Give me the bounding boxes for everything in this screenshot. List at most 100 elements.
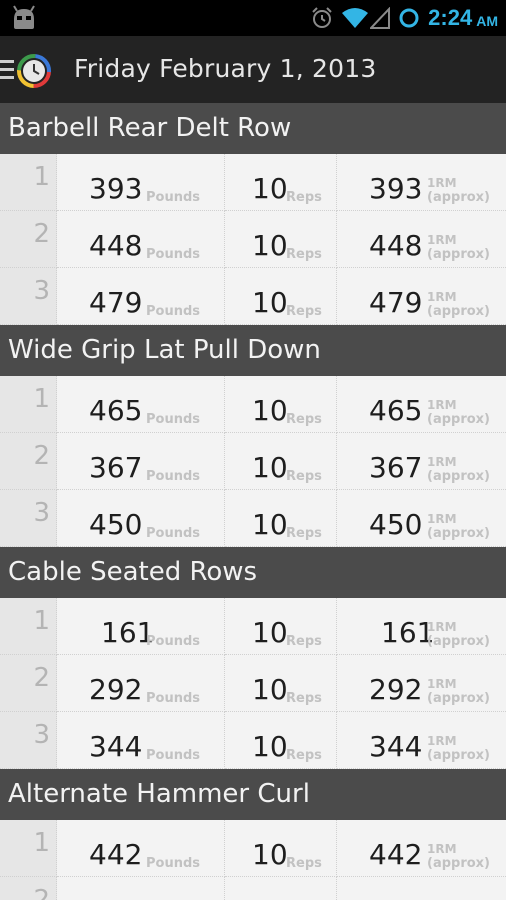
rm-approx: (approx) bbox=[427, 469, 490, 484]
reps-unit: Reps bbox=[286, 190, 322, 205]
weight-cell[interactable]: 393 Pounds bbox=[57, 154, 225, 211]
set-number: 3 bbox=[33, 276, 50, 306]
reps-value: 10 bbox=[252, 673, 288, 706]
rm-approx: (approx) bbox=[427, 856, 490, 871]
weight-cell[interactable]: 344 Pounds bbox=[57, 712, 225, 769]
set-row[interactable]: 3 479 Pounds 10 Reps 479 1RM (approx) bbox=[0, 268, 506, 325]
weight-cell[interactable]: 465 Pounds bbox=[57, 376, 225, 433]
rm-value: 450 bbox=[369, 508, 423, 541]
reps-cell[interactable] bbox=[225, 877, 337, 900]
set-row[interactable]: 1 465 Pounds 10 Reps 465 1RM (approx) bbox=[0, 376, 506, 433]
set-number: 2 bbox=[33, 219, 50, 249]
reps-cell[interactable]: 10 Reps bbox=[225, 655, 337, 712]
one-rep-max-cell: 442 1RM (approx) bbox=[337, 820, 506, 877]
one-rep-max-cell: 393 1RM (approx) bbox=[337, 154, 506, 211]
rm-label: 1RM bbox=[427, 512, 457, 526]
reps-cell[interactable]: 10 Reps bbox=[225, 433, 337, 490]
set-number: 3 bbox=[33, 720, 50, 750]
weight-value: 367 bbox=[89, 451, 143, 484]
one-rep-max-cell: 450 1RM (approx) bbox=[337, 490, 506, 547]
weight-cell[interactable]: 448 Pounds bbox=[57, 211, 225, 268]
weight-unit: Pounds bbox=[146, 247, 201, 262]
rm-value: 448 bbox=[369, 229, 423, 262]
rm-label: 1RM bbox=[427, 842, 457, 856]
reps-value: 10 bbox=[252, 838, 288, 871]
reps-unit: Reps bbox=[286, 691, 322, 706]
reps-cell[interactable]: 10 Reps bbox=[225, 820, 337, 877]
exercise-header[interactable]: Wide Grip Lat Pull Down bbox=[0, 325, 506, 376]
exercise-header[interactable]: Cable Seated Rows bbox=[0, 547, 506, 598]
set-row[interactable]: 2 448 Pounds 10 Reps 448 1RM (approx) bbox=[0, 211, 506, 268]
reps-value: 10 bbox=[252, 508, 288, 541]
reps-cell[interactable]: 10 Reps bbox=[225, 376, 337, 433]
app-logo-icon[interactable] bbox=[16, 53, 52, 89]
weight-cell[interactable]: 161 Pounds bbox=[57, 598, 225, 655]
android-icon bbox=[13, 5, 35, 29]
rm-label: 1RM bbox=[427, 455, 457, 469]
rm-label: 1RM bbox=[427, 233, 457, 247]
weight-value: 448 bbox=[89, 229, 143, 262]
reps-cell[interactable]: 10 Reps bbox=[225, 598, 337, 655]
reps-unit: Reps bbox=[286, 247, 322, 262]
weight-value: 479 bbox=[89, 286, 143, 319]
rm-value: 393 bbox=[369, 172, 423, 205]
rm-approx: (approx) bbox=[427, 412, 490, 427]
clock-time: 2:24 bbox=[428, 5, 473, 30]
weight-cell[interactable]: 367 Pounds bbox=[57, 433, 225, 490]
reps-cell[interactable]: 10 Reps bbox=[225, 712, 337, 769]
weight-cell[interactable]: 292 Pounds bbox=[57, 655, 225, 712]
reps-unit: Reps bbox=[286, 304, 322, 319]
wifi-icon bbox=[342, 8, 369, 28]
one-rep-max-cell: 465 1RM (approx) bbox=[337, 376, 506, 433]
reps-unit: Reps bbox=[286, 469, 322, 484]
rm-approx: (approx) bbox=[427, 748, 490, 763]
reps-unit: Reps bbox=[286, 856, 322, 871]
set-row[interactable]: 1 161 Pounds 10 Reps 161 1RM (approx) bbox=[0, 598, 506, 655]
rm-label: 1RM bbox=[427, 176, 457, 190]
reps-cell[interactable]: 10 Reps bbox=[225, 268, 337, 325]
weight-cell[interactable]: 479 Pounds bbox=[57, 268, 225, 325]
weight-value: 465 bbox=[89, 394, 143, 427]
exercise-header[interactable]: Barbell Rear Delt Row bbox=[0, 103, 506, 154]
set-row[interactable]: 1 442 Pounds 10 Reps 442 1RM (approx) bbox=[0, 820, 506, 877]
reps-cell[interactable]: 10 Reps bbox=[225, 154, 337, 211]
rm-label: 1RM bbox=[427, 620, 457, 634]
rm-value: 292 bbox=[369, 673, 423, 706]
weight-cell[interactable]: 450 Pounds bbox=[57, 490, 225, 547]
set-number: 1 bbox=[33, 162, 50, 192]
menu-icon[interactable] bbox=[0, 59, 14, 81]
rm-approx: (approx) bbox=[427, 526, 490, 541]
weight-value: 450 bbox=[89, 508, 143, 541]
page-title: Friday February 1, 2013 bbox=[74, 54, 377, 83]
set-row[interactable]: 2 bbox=[0, 877, 506, 900]
rm-approx: (approx) bbox=[427, 691, 490, 706]
set-number: 2 bbox=[33, 885, 50, 900]
one-rep-max-cell: 448 1RM (approx) bbox=[337, 211, 506, 268]
rm-approx: (approx) bbox=[427, 190, 490, 205]
set-row[interactable]: 2 367 Pounds 10 Reps 367 1RM (approx) bbox=[0, 433, 506, 490]
rm-value: 367 bbox=[369, 451, 423, 484]
rm-value: 479 bbox=[369, 286, 423, 319]
action-bar: Friday February 1, 2013 bbox=[0, 36, 506, 103]
set-number: 1 bbox=[33, 606, 50, 636]
signal-icon bbox=[370, 7, 391, 29]
rm-approx: (approx) bbox=[427, 634, 490, 649]
exercise-header[interactable]: Alternate Hammer Curl bbox=[0, 769, 506, 820]
weight-cell[interactable]: 442 Pounds bbox=[57, 820, 225, 877]
rm-value: 442 bbox=[369, 838, 423, 871]
set-row[interactable]: 1 393 Pounds 10 Reps 393 1RM (approx) bbox=[0, 154, 506, 211]
rm-value: 465 bbox=[369, 394, 423, 427]
weight-cell[interactable] bbox=[57, 877, 225, 900]
set-row[interactable]: 2 292 Pounds 10 Reps 292 1RM (approx) bbox=[0, 655, 506, 712]
sync-circle-icon bbox=[399, 8, 419, 28]
reps-value: 10 bbox=[252, 172, 288, 205]
set-row[interactable]: 3 450 Pounds 10 Reps 450 1RM (approx) bbox=[0, 490, 506, 547]
set-number: 2 bbox=[33, 663, 50, 693]
reps-cell[interactable]: 10 Reps bbox=[225, 211, 337, 268]
rm-label: 1RM bbox=[427, 290, 457, 304]
reps-cell[interactable]: 10 Reps bbox=[225, 490, 337, 547]
reps-value: 10 bbox=[252, 286, 288, 319]
set-row[interactable]: 3 344 Pounds 10 Reps 344 1RM (approx) bbox=[0, 712, 506, 769]
reps-unit: Reps bbox=[286, 412, 322, 427]
weight-unit: Pounds bbox=[146, 748, 201, 763]
